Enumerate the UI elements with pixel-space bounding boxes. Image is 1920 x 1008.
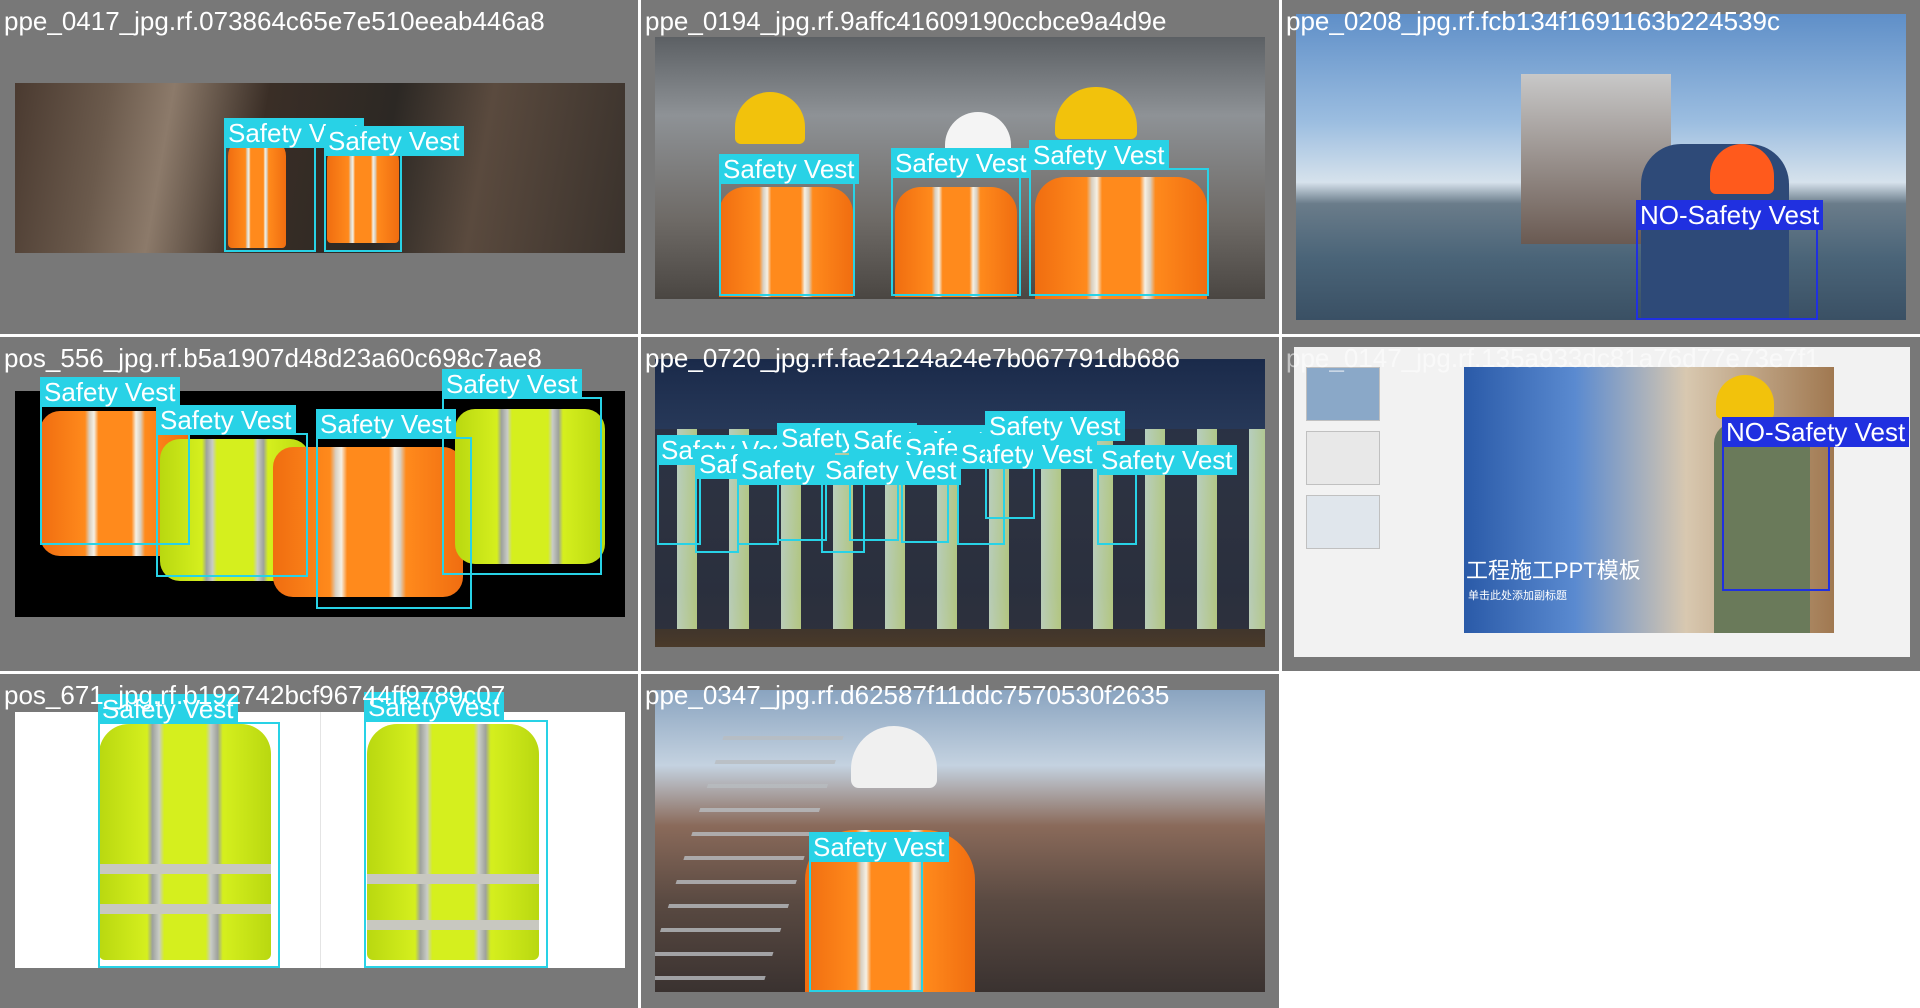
image-filename: ppe_0208_jpg.rf.fcb134f1691163b224539c	[1286, 6, 1780, 36]
image-tile[interactable]: ppe_0147_jpg.rf.135a933dc81a76d77e73e7f1…	[1282, 337, 1920, 671]
detection-label: Safety Vest	[324, 126, 464, 156]
divider	[320, 712, 321, 968]
slide-thumbnail	[1306, 495, 1380, 549]
photo	[655, 690, 1265, 992]
photo	[15, 83, 625, 253]
hard-hat	[735, 92, 805, 144]
image-filename: ppe_0417_jpg.rf.073864c65e7e510eeab446a8	[4, 6, 545, 36]
detection-label: Safety Vest	[985, 411, 1125, 441]
detection-box: Safety Vest	[695, 449, 835, 553]
detection-label: Safety Vest	[809, 832, 949, 862]
detection-label: NO-Safety Vest	[1722, 417, 1910, 447]
detection-box: Safety Vest	[98, 694, 280, 968]
image-tile[interactable]: ppe_0208_jpg.rf.fcb134f1691163b224539c N…	[1282, 0, 1920, 334]
detection-box: Safety Vest	[224, 118, 364, 252]
detection-label: Safety Vest	[821, 455, 961, 485]
slide-subtitle: 单击此处添加副标题	[1468, 590, 1567, 602]
detection-label: Safety Vest	[442, 369, 582, 399]
detection-box: NO-Safety Vest	[1722, 417, 1910, 591]
detection-label: Safety Vest	[40, 377, 180, 407]
slide-thumbnail	[1306, 431, 1380, 485]
detection-label: NO-Safety Vest	[1636, 200, 1824, 230]
image-tile[interactable]: pos_556_jpg.rf.b5a1907d48d23a60c698c7ae8…	[0, 337, 638, 671]
image-filename: ppe_0347_jpg.rf.d62587f11ddc7570530f2635	[645, 680, 1170, 710]
image-tile[interactable]: ppe_0194_jpg.rf.9affc41609190ccbce9a4d9e…	[641, 0, 1279, 334]
detection-box: Safety Vest	[821, 455, 961, 553]
detection-label: Safety Vest	[719, 154, 859, 184]
detection-box: Safety Vest	[985, 411, 1125, 519]
detection-box: Safety Vest	[737, 455, 877, 545]
image-tile[interactable]: ppe_0720_jpg.rf.fae2124a24e7b067791db686…	[641, 337, 1279, 671]
detection-box: Safety Vest	[156, 405, 308, 577]
image-tile[interactable]: ppe_0417_jpg.rf.073864c65e7e510eeab446a8…	[0, 0, 638, 334]
slide-title: 工程施工PPT模板	[1466, 558, 1641, 583]
detection-box: Safety Vest	[324, 126, 464, 252]
detection-label: Safety Vest	[891, 148, 1031, 178]
image-filename: ppe_0147_jpg.rf.135a933dc81a76d77e73e7f1	[1286, 343, 1820, 373]
detection-box: Safety Vest	[364, 692, 548, 968]
slide-thumbnail	[1306, 367, 1380, 421]
image-tile[interactable]: pos_671_jpg.rf.b192742bcf96744ff9789c07 …	[0, 674, 638, 1008]
image-filename: ppe_0720_jpg.rf.fae2124a24e7b067791db686	[645, 343, 1180, 373]
image-filename: pos_671_jpg.rf.b192742bcf96744ff9789c07	[4, 680, 506, 710]
hard-hat	[1716, 375, 1774, 419]
detection-label: Safety Vest	[156, 405, 296, 435]
image-filename: pos_556_jpg.rf.b5a1907d48d23a60c698c7ae8	[4, 343, 542, 373]
detection-box: Safety Vest	[809, 832, 949, 992]
detection-box: Safety Vest	[891, 148, 1031, 296]
detection-box: Safety Vest	[442, 369, 602, 575]
detection-box: NO-Safety Vest	[1636, 200, 1824, 320]
helmet	[851, 726, 937, 788]
detection-box: Safety Vest	[719, 154, 859, 296]
detection-box: Safety Vest	[1097, 445, 1237, 545]
detection-label: Safety Vest	[316, 409, 456, 439]
image-filename: ppe_0194_jpg.rf.9affc41609190ccbce9a4d9e	[645, 6, 1167, 36]
image-tile[interactable]: ppe_0347_jpg.rf.d62587f11ddc7570530f2635…	[641, 674, 1279, 1008]
detection-label: Safety Vest	[1097, 445, 1237, 475]
detection-label: Safety Vest	[1029, 140, 1169, 170]
hard-hat	[1055, 87, 1137, 139]
detection-box: Safety Vest	[1029, 140, 1209, 296]
